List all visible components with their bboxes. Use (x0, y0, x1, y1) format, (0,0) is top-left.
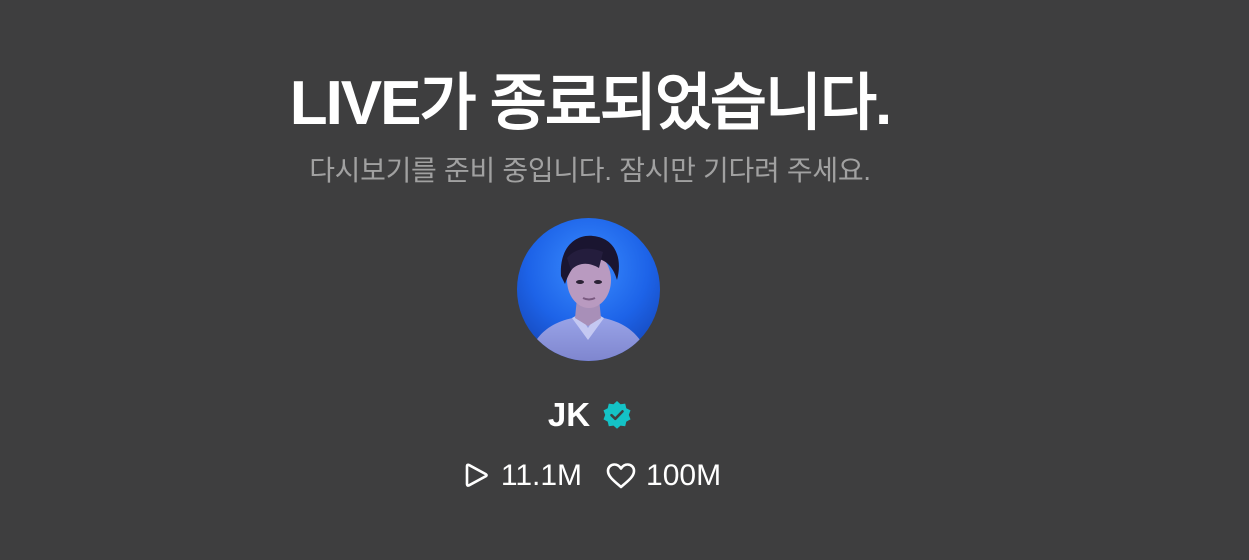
play-count: 11.1M (459, 456, 582, 496)
profile-name[interactable]: JK (548, 394, 590, 436)
live-ended-title: LIVE가 종료되었습니다. (289, 69, 893, 138)
avatar[interactable] (517, 218, 660, 361)
play-icon (459, 459, 493, 493)
live-ended-screen: LIVE가 종료되었습니다. 다시보기를 준비 중입니다. 잠시만 기다려 주세… (0, 0, 1180, 560)
stats-row: 11.1M 100M (0, 456, 1180, 496)
replay-preparing-message: 다시보기를 준비 중입니다. 잠시만 기다려 주세요. (309, 155, 871, 186)
heart-icon (604, 459, 638, 493)
play-count-value: 11.1M (500, 459, 583, 492)
profile-name-row: JK (0, 394, 1180, 436)
avatar-image (517, 218, 660, 361)
verified-badge-icon (602, 400, 632, 430)
like-count-value: 100M (646, 459, 722, 492)
like-count: 100M (604, 456, 721, 496)
